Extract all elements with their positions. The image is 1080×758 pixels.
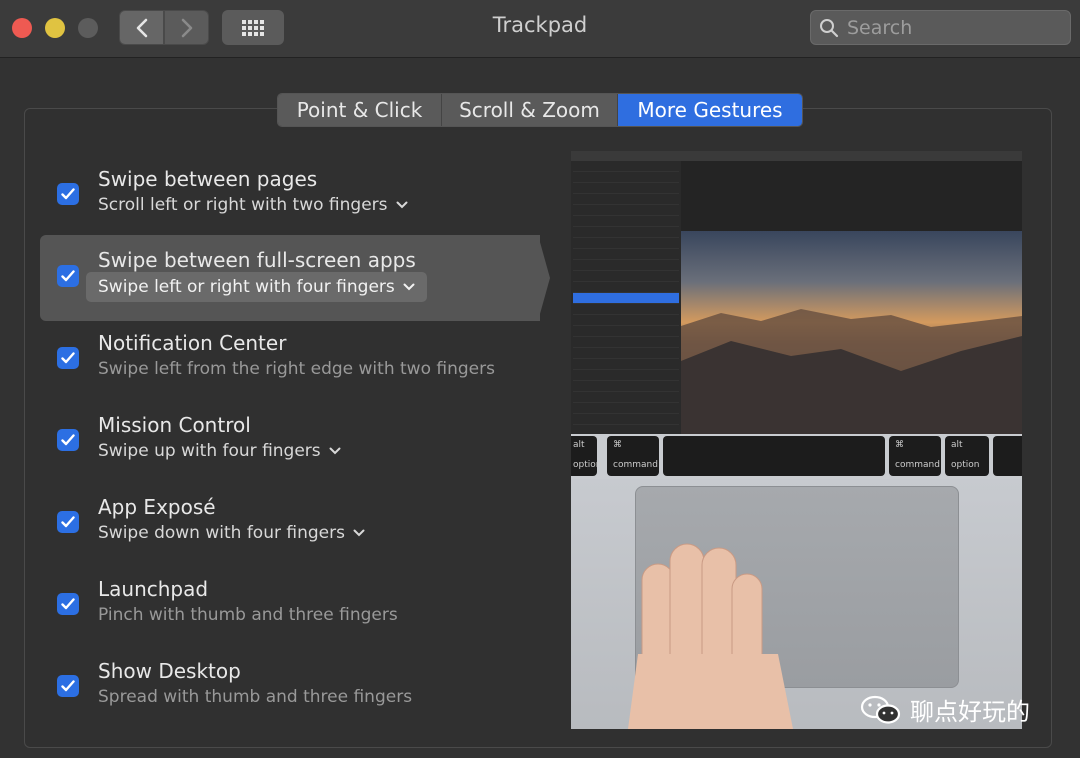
preview-landscape-photo [681,231,1022,434]
gesture-subtitle: Pinch with thumb and three fingers [98,605,398,625]
full-screen-apps-checkbox[interactable] [57,265,79,287]
gesture-title: Swipe between full-screen apps [98,248,416,272]
gesture-row-show-desktop: Show Desktop Spread with thumb and three… [40,646,540,728]
checkmark-icon [61,680,75,692]
selection-pointer [538,235,550,321]
watermark: 聊点好玩的 [860,692,1030,727]
gesture-subtitle: Spread with thumb and three fingers [98,687,413,707]
chevron-down-icon [353,529,365,537]
notification-center-checkbox[interactable] [57,347,79,369]
checkmark-icon [61,516,75,528]
tab-point-click[interactable]: Point & Click [278,94,442,126]
tab-bar: Point & Click Scroll & Zoom More Gesture… [277,93,803,127]
preview-key: ⌘ command [607,436,659,476]
gesture-subtitle: Swipe up with four fingers [98,441,321,461]
chevron-down-icon [329,447,341,455]
chevron-down-icon [396,201,408,209]
search-icon [820,18,839,37]
gesture-row-launchpad: Launchpad Pinch with thumb and three fin… [40,564,540,646]
gesture-option-menu[interactable]: Swipe down with four fingers [98,523,365,543]
preview-mail-list [571,161,681,434]
hand-icon [628,543,793,729]
gesture-row-swipe-pages: Swipe between pages Scroll left or right… [40,154,540,236]
tab-scroll-zoom[interactable]: Scroll & Zoom [442,94,618,126]
tab-more-gestures[interactable]: More Gestures [618,94,802,126]
preview-keyboard: alt option ⌘ command ⌘ command alt option [571,434,1022,479]
preview-key: ⌘ command [889,436,941,476]
gesture-title: Show Desktop [98,659,241,683]
mission-control-checkbox[interactable] [57,429,79,451]
gesture-title: Swipe between pages [98,167,318,191]
watermark-text: 聊点好玩的 [910,698,1030,726]
gesture-title: Mission Control [98,413,251,437]
checkmark-icon [61,270,75,282]
preview-spacebar [663,436,885,476]
gesture-subtitle: Swipe down with four fingers [98,523,345,543]
app-expose-checkbox[interactable] [57,511,79,533]
gesture-subtitle: Scroll left or right with two fingers [98,195,388,215]
checkmark-icon [61,598,75,610]
mountain-shape [681,309,1022,434]
gesture-option-menu[interactable]: Swipe left or right with four fingers [86,272,427,302]
preview-mail-header [681,161,1022,231]
checkmark-icon [61,352,75,364]
checkmark-icon [61,188,75,200]
preview-mail-toolbar [571,151,1022,161]
search-placeholder: Search [847,16,913,39]
wechat-icon [860,695,901,724]
show-desktop-checkbox[interactable] [57,675,79,697]
gesture-subtitle: Swipe left from the right edge with two … [98,359,495,379]
launchpad-checkbox[interactable] [57,593,79,615]
title-bar: Trackpad Search [0,0,1080,58]
gesture-row-notification-center: Notification Center Swipe left from the … [40,318,540,400]
gesture-title: App Exposé [98,495,216,519]
checkmark-icon [61,434,75,446]
gesture-option-menu[interactable]: Scroll left or right with two fingers [98,195,408,215]
chevron-down-icon [403,283,415,291]
preview-key: alt option [945,436,989,476]
gesture-row-app-expose: App Exposé Swipe down with four fingers [40,482,540,564]
preview-key: alt option [571,436,601,476]
gesture-title: Notification Center [98,331,287,355]
gesture-title: Launchpad [98,577,209,601]
preview-key [993,436,1022,476]
gesture-row-mission-control: Mission Control Swipe up with four finge… [40,400,540,482]
gesture-subtitle: Swipe left or right with four fingers [98,277,395,297]
gesture-row-full-screen-apps: Swipe between full-screen apps Swipe lef… [40,235,540,321]
gesture-preview-video: alt option ⌘ command ⌘ command alt option [571,151,1022,729]
search-field[interactable]: Search [810,10,1071,45]
gesture-option-menu[interactable]: Swipe up with four fingers [98,441,341,461]
preview-mail-screen [571,151,1022,434]
swipe-pages-checkbox[interactable] [57,183,79,205]
